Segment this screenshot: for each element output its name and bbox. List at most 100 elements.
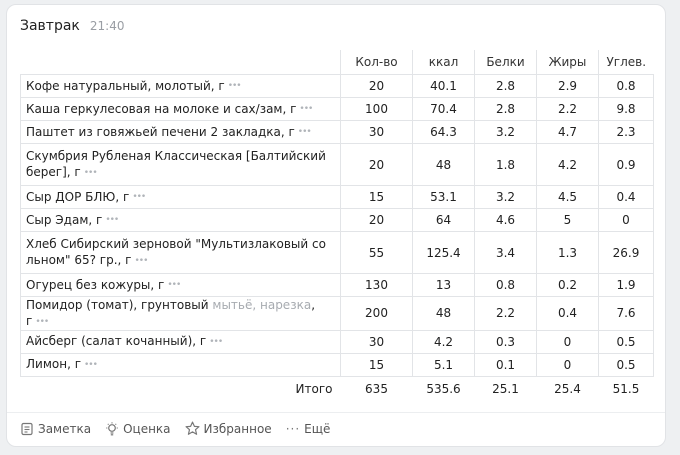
table-row[interactable]: Помидор (томат), грунтовый мытьё, нарезк… (20, 296, 654, 331)
food-qty: 30 (340, 329, 413, 354)
food-carbs: 0.4 (598, 185, 654, 209)
star-icon (185, 421, 200, 436)
footer-divider (7, 412, 665, 413)
more-dots-icon[interactable]: ••• (84, 360, 98, 370)
food-kcal: 4.2 (412, 329, 475, 354)
food-qty: 200 (340, 296, 413, 331)
column-header-qty: Кол-во (340, 50, 413, 75)
food-fat: 0.2 (536, 273, 599, 297)
table-row[interactable]: Огурец без кожуры, г ••• 130 13 0.8 0.2 1.9 (20, 273, 654, 297)
food-qty: 15 (340, 185, 413, 209)
food-name: Хлеб Сибирский зерновой "Мультизлаковый … (26, 237, 326, 268)
food-carbs: 0 (598, 208, 654, 232)
food-name: Кофе натуральный, молотый, г (26, 78, 225, 93)
total-carbs: 51.5 (612, 381, 640, 396)
more-dots-icon[interactable]: ••• (209, 337, 223, 347)
meal-card: Завтрак 21:40 Кол-во ккал Белки Жиры Угл… (6, 4, 666, 447)
food-note: мытьё, нарезка (212, 298, 312, 312)
food-name-cell[interactable]: Помидор (томат), грунтовый мытьё, нарезк… (20, 296, 341, 331)
food-fat: 4.5 (536, 185, 599, 209)
table-row[interactable]: Сыр ДОР БЛЮ, г ••• 15 53.1 3.2 4.5 0.4 (20, 185, 654, 209)
food-name-cell[interactable]: Хлеб Сибирский зерновой "Мультизлаковый … (20, 231, 341, 274)
food-qty: 20 (340, 74, 413, 98)
note-button[interactable]: Заметка (20, 421, 91, 436)
more-dots-icon: ··· (285, 421, 301, 436)
food-name-cell[interactable]: Айсберг (салат кочанный), г ••• (20, 329, 341, 354)
food-protein: 0.1 (474, 352, 537, 377)
total-qty: 635 (365, 381, 388, 396)
more-dots-icon[interactable]: ••• (132, 192, 146, 202)
food-name: Лимон, г (26, 357, 81, 372)
table-row[interactable]: Паштет из говяжьей печени 2 закладка, г •… (20, 120, 654, 144)
more-button-label: Ещё (304, 421, 331, 436)
total-fat: 25.4 (554, 381, 581, 396)
food-protein: 3.2 (474, 185, 537, 209)
note-icon (20, 422, 34, 436)
more-dots-icon[interactable]: ••• (298, 127, 312, 137)
food-kcal: 64 (412, 208, 475, 232)
food-protein: 0.3 (474, 329, 537, 354)
table-row[interactable]: Скумбрия Рубленая Классическая [Балтийск… (20, 143, 654, 186)
food-name-cell[interactable]: Скумбрия Рубленая Классическая [Балтийск… (20, 143, 341, 186)
table-row[interactable]: Айсберг (салат кочанный), г ••• 30 4.2 0.3 0 0… (20, 329, 654, 354)
meal-header: Завтрак 21:40 (20, 18, 124, 34)
food-kcal: 48 (412, 143, 475, 186)
food-carbs: 26.9 (598, 231, 654, 274)
column-header-protein: Белки (474, 50, 537, 75)
food-name: Каша геркулесовая на молоке и сах/зам, г (26, 101, 297, 116)
more-dots-icon[interactable]: ••• (35, 317, 49, 327)
food-qty: 55 (340, 231, 413, 274)
table-row[interactable]: Лимон, г ••• 15 5.1 0.1 0 0.5 (20, 352, 654, 377)
lightbulb-icon (105, 421, 119, 436)
food-qty: 20 (340, 208, 413, 232)
food-fat: 0.4 (536, 296, 599, 331)
total-label: Итого (295, 381, 333, 396)
food-kcal: 5.1 (412, 352, 475, 377)
table-row[interactable]: Сыр Эдам, г ••• 20 64 4.6 5 0 (20, 208, 654, 232)
food-fat: 5 (536, 208, 599, 232)
food-name-cell[interactable]: Паштет из говяжьей печени 2 закладка, г •… (20, 120, 341, 144)
column-header-fat: Жиры (536, 50, 599, 75)
food-name: Паштет из говяжьей печени 2 закладка, г (26, 124, 295, 139)
more-dots-icon[interactable]: ••• (299, 104, 313, 114)
column-header-name (21, 50, 341, 75)
rating-button-label: Оценка (123, 421, 171, 436)
more-dots-icon[interactable]: ••• (84, 168, 98, 178)
rating-button[interactable]: Оценка (105, 421, 171, 436)
food-carbs: 2.3 (598, 120, 654, 144)
more-button[interactable]: ··· Ещё (286, 421, 331, 436)
food-name-cell[interactable]: Сыр ДОР БЛЮ, г ••• (20, 185, 341, 209)
food-kcal: 125.4 (412, 231, 475, 274)
food-table: Кол-во ккал Белки Жиры Углев. Кофе натур… (20, 50, 654, 401)
food-name-cell[interactable]: Сыр Эдам, г ••• (20, 208, 341, 232)
favorite-button-label: Избранное (203, 421, 272, 436)
food-name-cell[interactable]: Лимон, г ••• (20, 352, 341, 377)
food-name: Айсберг (салат кочанный), г (26, 334, 207, 349)
meal-actions: Заметка Оценка Избранное ··· Ещё (20, 421, 330, 436)
favorite-button[interactable]: Избранное (185, 421, 272, 436)
food-carbs: 7.6 (598, 296, 654, 331)
table-row[interactable]: Хлеб Сибирский зерновой "Мультизлаковый … (20, 231, 654, 274)
food-name-cell[interactable]: Каша геркулесовая на молоке и сах/зам, г… (20, 97, 341, 121)
food-qty: 20 (340, 143, 413, 186)
column-header-kcal: ккал (412, 50, 475, 75)
food-kcal: 48 (412, 296, 475, 331)
meal-time: 21:40 (89, 19, 125, 33)
more-dots-icon[interactable]: ••• (105, 215, 119, 225)
table-row[interactable]: Кофе натуральный, молотый, г ••• 20 40.1 2.8… (20, 74, 654, 98)
food-name-cell[interactable]: Огурец без кожуры, г ••• (20, 273, 341, 297)
table-header-row: Кол-во ккал Белки Жиры Углев. (21, 50, 654, 75)
more-dots-icon[interactable]: ••• (134, 256, 148, 266)
food-protein: 1.8 (474, 143, 537, 186)
food-name-cell[interactable]: Кофе натуральный, молотый, г ••• (20, 74, 341, 98)
food-name: Сыр Эдам, г (26, 212, 103, 227)
total-kcal: 535.6 (426, 381, 461, 396)
food-fat: 4.7 (536, 120, 599, 144)
more-dots-icon[interactable]: ••• (167, 280, 181, 290)
total-row: Итого 635 535.6 25.1 25.4 51.5 (21, 376, 654, 401)
table-row[interactable]: Каша геркулесовая на молоке и сах/зам, г… (20, 97, 654, 121)
food-fat: 4.2 (536, 143, 599, 186)
food-protein: 2.8 (474, 74, 537, 98)
more-dots-icon[interactable]: ••• (228, 81, 242, 91)
food-kcal: 64.3 (412, 120, 475, 144)
